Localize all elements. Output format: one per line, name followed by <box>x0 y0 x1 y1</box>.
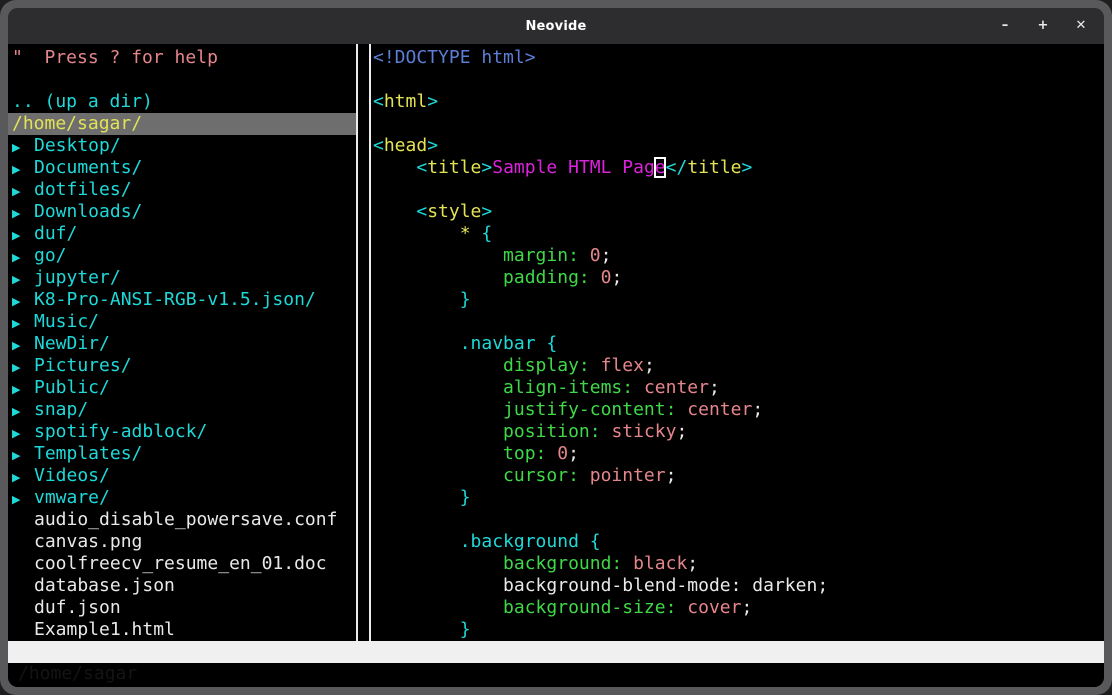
code-line: background-size: cover; <box>373 597 1104 619</box>
netrw-current-path-item[interactable]: /home/sagar/ <box>8 113 356 135</box>
window-inner: Neovide – + ✕ " Press ? for help .. (up a… <box>8 8 1104 687</box>
netrw-dir-item[interactable]: ▶vmware/ <box>12 487 356 509</box>
code-line: } <box>373 487 1104 509</box>
collapsed-triangle-icon[interactable]: ▶ <box>12 379 34 401</box>
netrw-file-item[interactable]: database.json <box>12 575 356 597</box>
netrw-file-explorer[interactable]: " Press ? for help .. (up a dir)/home/sag… <box>8 44 356 641</box>
netrw-updir-item[interactable]: .. (up a dir) <box>12 91 356 113</box>
collapsed-triangle-icon[interactable]: ▶ <box>12 181 34 203</box>
close-button[interactable]: ✕ <box>1072 17 1090 35</box>
code-line <box>373 311 1104 333</box>
code-line: background-blend-mode: darken; <box>373 575 1104 597</box>
netrw-dir-item[interactable]: ▶dotfiles/ <box>12 179 356 201</box>
window-controls: – + ✕ <box>996 8 1090 44</box>
collapsed-triangle-icon[interactable]: ▶ <box>12 291 34 313</box>
code-line: * { <box>373 223 1104 245</box>
code-line: padding: 0; <box>373 267 1104 289</box>
code-line: .background { <box>373 531 1104 553</box>
code-line: cursor: pointer; <box>373 465 1104 487</box>
neovide-window: Neovide – + ✕ " Press ? for help .. (up a… <box>0 0 1112 695</box>
collapsed-triangle-icon[interactable]: ▶ <box>12 401 34 423</box>
collapsed-triangle-icon[interactable]: ▶ <box>12 335 34 357</box>
code-line: align-items: center; <box>373 377 1104 399</box>
code-line: <style> <box>373 201 1104 223</box>
code-line: <!DOCTYPE html> <box>373 47 1104 69</box>
command-line[interactable] <box>8 663 1104 687</box>
netrw-file-item[interactable]: Example1.html <box>12 619 356 641</box>
netrw-dir-item[interactable]: ▶Templates/ <box>12 443 356 465</box>
netrw-dir-item[interactable]: ▶K8-Pro-ANSI-RGB-v1.5.json/ <box>12 289 356 311</box>
collapsed-triangle-icon[interactable]: ▶ <box>12 357 34 379</box>
minimize-button[interactable]: – <box>996 17 1014 35</box>
collapsed-triangle-icon[interactable]: ▶ <box>12 423 34 445</box>
collapsed-triangle-icon[interactable]: ▶ <box>12 445 34 467</box>
netrw-file-item[interactable]: coolfreecv_resume_en_01.doc <box>12 553 356 575</box>
code-line <box>373 69 1104 91</box>
collapsed-triangle-icon[interactable]: ▶ <box>12 137 34 159</box>
netrw-dir-item[interactable]: ▶snap/ <box>12 399 356 421</box>
collapsed-triangle-icon[interactable]: ▶ <box>12 159 34 181</box>
window-separator[interactable] <box>356 44 371 641</box>
netrw-dir-item[interactable]: ▶Videos/ <box>12 465 356 487</box>
netrw-dir-item[interactable]: ▶duf/ <box>12 223 356 245</box>
netrw-dir-item[interactable]: ▶spotify-adblock/ <box>12 421 356 443</box>
netrw-dir-item[interactable]: ▶Music/ <box>12 311 356 333</box>
code-line <box>373 179 1104 201</box>
collapsed-triangle-icon[interactable]: ▶ <box>12 225 34 247</box>
titlebar[interactable]: Neovide – + ✕ <box>8 8 1104 44</box>
code-line: } <box>373 289 1104 311</box>
netrw-blank-line <box>12 69 356 91</box>
netrw-file-item[interactable]: canvas.png <box>12 531 356 553</box>
netrw-dir-item[interactable]: ▶Desktop/ <box>12 135 356 157</box>
code-line: display: flex; <box>373 355 1104 377</box>
editor-area: " Press ? for help .. (up a dir)/home/sag… <box>8 44 1104 641</box>
code-line: } <box>373 619 1104 641</box>
code-line: background: black; <box>373 553 1104 575</box>
netrw-dir-item[interactable]: ▶Documents/ <box>12 157 356 179</box>
netrw-file-item[interactable]: duf.json <box>12 597 356 619</box>
statusline: /home/sagar Example1.html [+] 6,27 Top <box>8 641 1104 663</box>
code-line: margin: 0; <box>373 245 1104 267</box>
code-line <box>373 509 1104 531</box>
collapsed-triangle-icon[interactable]: ▶ <box>12 489 34 511</box>
collapsed-triangle-icon[interactable]: ▶ <box>12 247 34 269</box>
code-buffer[interactable]: <!DOCTYPE html> <html> <head> <title>Sampl… <box>371 44 1104 641</box>
code-line: <title>Sample HTML Page</title> <box>373 157 1104 179</box>
code-line: .navbar { <box>373 333 1104 355</box>
statusline-netrw-path: /home/sagar <box>18 663 137 685</box>
netrw-dir-item[interactable]: ▶go/ <box>12 245 356 267</box>
statusline-file-label: Example1.html [+] <box>372 685 556 687</box>
collapsed-triangle-icon[interactable]: ▶ <box>12 313 34 335</box>
netrw-dir-item[interactable]: ▶Downloads/ <box>12 201 356 223</box>
code-line: <head> <box>373 135 1104 157</box>
code-line: position: sticky; <box>373 421 1104 443</box>
code-line: <html> <box>373 91 1104 113</box>
netrw-dir-item[interactable]: ▶jupyter/ <box>12 267 356 289</box>
netrw-dir-item[interactable]: ▶Pictures/ <box>12 355 356 377</box>
code-line: justify-content: center; <box>373 399 1104 421</box>
text-cursor: e <box>655 157 666 178</box>
code-line: top: 0; <box>373 443 1104 465</box>
netrw-dir-item[interactable]: ▶Public/ <box>12 377 356 399</box>
collapsed-triangle-icon[interactable]: ▶ <box>12 269 34 291</box>
code-line <box>373 113 1104 135</box>
collapsed-triangle-icon[interactable]: ▶ <box>12 203 34 225</box>
maximize-button[interactable]: + <box>1034 17 1052 35</box>
netrw-file-item[interactable]: audio_disable_powersave.conf <box>12 509 356 531</box>
netrw-banner-comment: " Press ? for help <box>12 47 356 69</box>
window-title: Neovide <box>525 19 586 34</box>
collapsed-triangle-icon[interactable]: ▶ <box>12 467 34 489</box>
netrw-dir-item[interactable]: ▶NewDir/ <box>12 333 356 355</box>
